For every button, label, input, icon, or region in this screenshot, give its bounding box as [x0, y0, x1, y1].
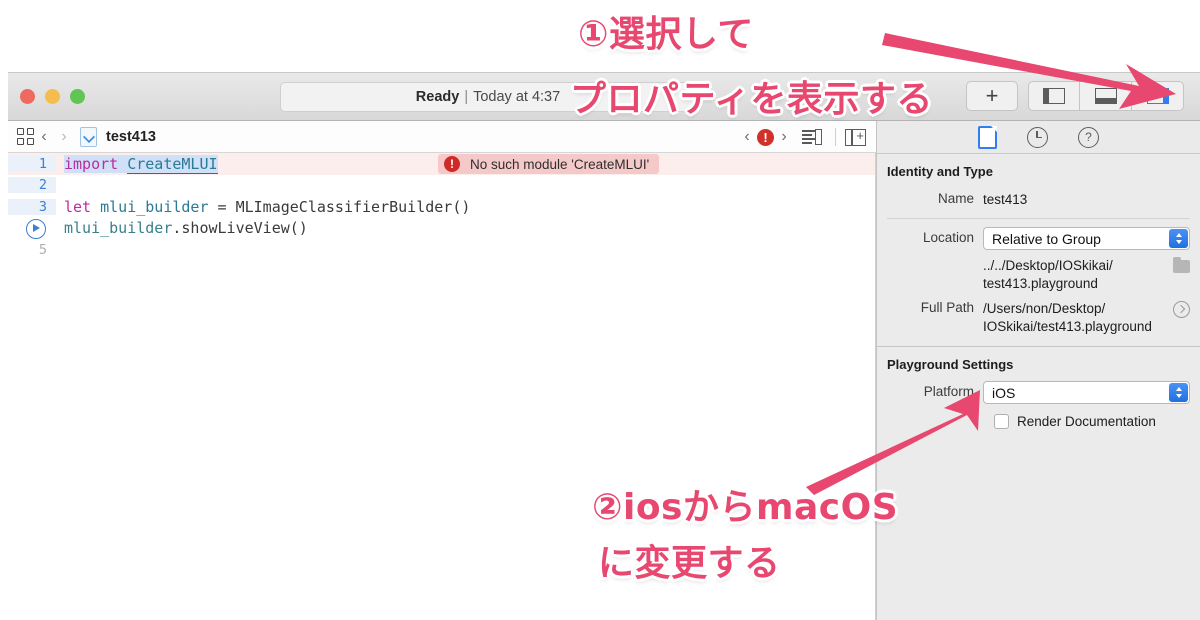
annotation-2-line-2: に変更する — [598, 543, 781, 584]
token-operator: = — [208, 197, 236, 216]
field-render-documentation: Render Documentation — [877, 414, 1200, 429]
line-source: import CreateMLUI — [56, 154, 218, 174]
screenshot-root: Ready | Today at 4:37 + ‹ › test413 ‹ ! … — [0, 0, 1200, 620]
section-title-identity: Identity and Type — [887, 164, 993, 179]
error-banner[interactable]: ! No such module 'CreateMLUI' — [438, 154, 660, 174]
line-number: 2 — [8, 177, 56, 194]
error-icon: ! — [444, 156, 460, 172]
token-call: MLImageClassifierBuilder() — [235, 197, 471, 216]
field-full-path: Full Path /Users/non/Desktop/ IOSkikai/t… — [877, 295, 1200, 338]
platform-select-value: iOS — [992, 384, 1016, 401]
code-line: 1 import CreateMLUI ! No such module 'Cr… — [8, 153, 875, 175]
add-editor-icon[interactable] — [845, 127, 866, 146]
window-controls — [20, 89, 85, 104]
code-line: 5 — [8, 239, 875, 261]
line-source: mlui_builder.showLiveView() — [56, 219, 308, 237]
back-chevron-icon[interactable]: ‹ — [34, 128, 54, 146]
code-line: 2 — [8, 175, 875, 197]
token-method: .showLiveView() — [172, 219, 308, 238]
inspector-panel-icon — [1146, 88, 1169, 104]
history-inspector-tab[interactable] — [1027, 126, 1048, 148]
jump-bar-right: ‹ ! › — [737, 121, 876, 153]
toggle-debug-area-button[interactable] — [1080, 81, 1132, 111]
line-number: 3 — [8, 198, 56, 215]
field-label: Full Path — [920, 300, 974, 315]
error-message: No such module 'CreateMLUI' — [470, 156, 650, 172]
playground-file-icon — [80, 126, 97, 147]
token-type: CreateMLUI — [127, 154, 218, 174]
annotation-2-line-1: ②iosからmacOS — [592, 487, 899, 528]
token-keyword: let — [64, 197, 101, 216]
close-button[interactable] — [20, 89, 35, 104]
line-source: let mlui_builder = MLImageClassifierBuil… — [56, 198, 470, 216]
plus-icon: + — [985, 83, 999, 108]
render-documentation-checkbox[interactable] — [994, 414, 1009, 429]
render-documentation-label: Render Documentation — [1017, 414, 1156, 429]
file-inspector-tab[interactable] — [978, 125, 997, 149]
navigator-panel-icon — [1043, 88, 1065, 104]
source-code: 1 import CreateMLUI ! No such module 'Cr… — [8, 153, 875, 261]
field-value: test413 — [983, 192, 1028, 207]
status-secondary: Today at 4:37 — [473, 89, 561, 105]
folder-icon[interactable] — [1173, 257, 1190, 273]
section-title-playground: Playground Settings — [887, 357, 1014, 372]
toggle-navigator-button[interactable] — [1028, 81, 1080, 111]
field-divider — [887, 218, 1190, 219]
status-primary: Ready — [415, 89, 460, 105]
standard-editor-icon[interactable] — [802, 129, 822, 145]
reveal-arrow-icon[interactable] — [1173, 301, 1190, 318]
zoom-button[interactable] — [70, 89, 85, 104]
field-relative-path: ../../Desktop/IOSkikai/ test413.playgrou… — [877, 252, 1200, 295]
field-name: Name test413 — [877, 186, 1200, 211]
chevron-updown-icon[interactable] — [1169, 383, 1188, 402]
next-issue-icon[interactable]: › — [774, 128, 794, 146]
line-number: 5 — [38, 241, 47, 258]
titlebar-right-buttons: + — [966, 81, 1184, 111]
debug-panel-icon — [1094, 88, 1117, 104]
previous-issue-icon[interactable]: ‹ — [737, 128, 757, 146]
platform-select[interactable]: iOS — [983, 381, 1190, 404]
line-number: 1 — [8, 155, 56, 172]
token-identifier: mlui_builder — [100, 197, 209, 216]
full-path-value: /Users/non/Desktop/ IOSkikai/test413.pla… — [983, 301, 1152, 334]
field-platform: Platform iOS — [877, 379, 1200, 406]
annotation-1-line-1: ①選択して — [578, 14, 754, 55]
field-location: Location Relative to Group — [877, 225, 1200, 252]
forward-chevron-icon[interactable]: › — [54, 128, 74, 146]
related-items-icon[interactable] — [17, 128, 34, 145]
quick-help-inspector-tab[interactable]: ? — [1078, 126, 1099, 148]
inspector-tabs: ? — [877, 121, 1200, 154]
field-label: Location — [922, 230, 974, 245]
toolbar-divider — [835, 128, 836, 146]
issue-badge[interactable]: ! — [757, 128, 774, 146]
token-keyword: import — [64, 154, 128, 173]
toggle-inspector-button[interactable] — [1132, 81, 1184, 111]
field-label: Name — [937, 191, 974, 206]
status-separator: | — [464, 89, 469, 105]
annotation-1-line-2: プロパティを表示する — [570, 79, 933, 120]
location-select-value: Relative to Group — [992, 230, 1101, 247]
location-select[interactable]: Relative to Group — [983, 227, 1190, 250]
jump-bar: ‹ › test413 ‹ ! › — [8, 121, 876, 153]
minimize-button[interactable] — [45, 89, 60, 104]
field-label: Platform — [923, 384, 974, 399]
code-line: 3 let mlui_builder = MLImageClassifierBu… — [8, 196, 875, 218]
inspector-panel: ? Identity and Type Name test413 Locatio… — [876, 121, 1200, 620]
chevron-updown-icon[interactable] — [1169, 229, 1188, 248]
jump-bar-title[interactable]: test413 — [106, 129, 156, 145]
code-line: mlui_builder.showLiveView() — [8, 218, 875, 240]
field-label — [877, 254, 983, 257]
run-line-button[interactable] — [26, 218, 46, 239]
add-button[interactable]: + — [966, 81, 1018, 111]
token-value: mlui_builder — [64, 219, 173, 238]
panel-toggle-group — [1028, 81, 1184, 111]
relative-path-value: ../../Desktop/IOSkikai/ test413.playgrou… — [983, 258, 1113, 291]
